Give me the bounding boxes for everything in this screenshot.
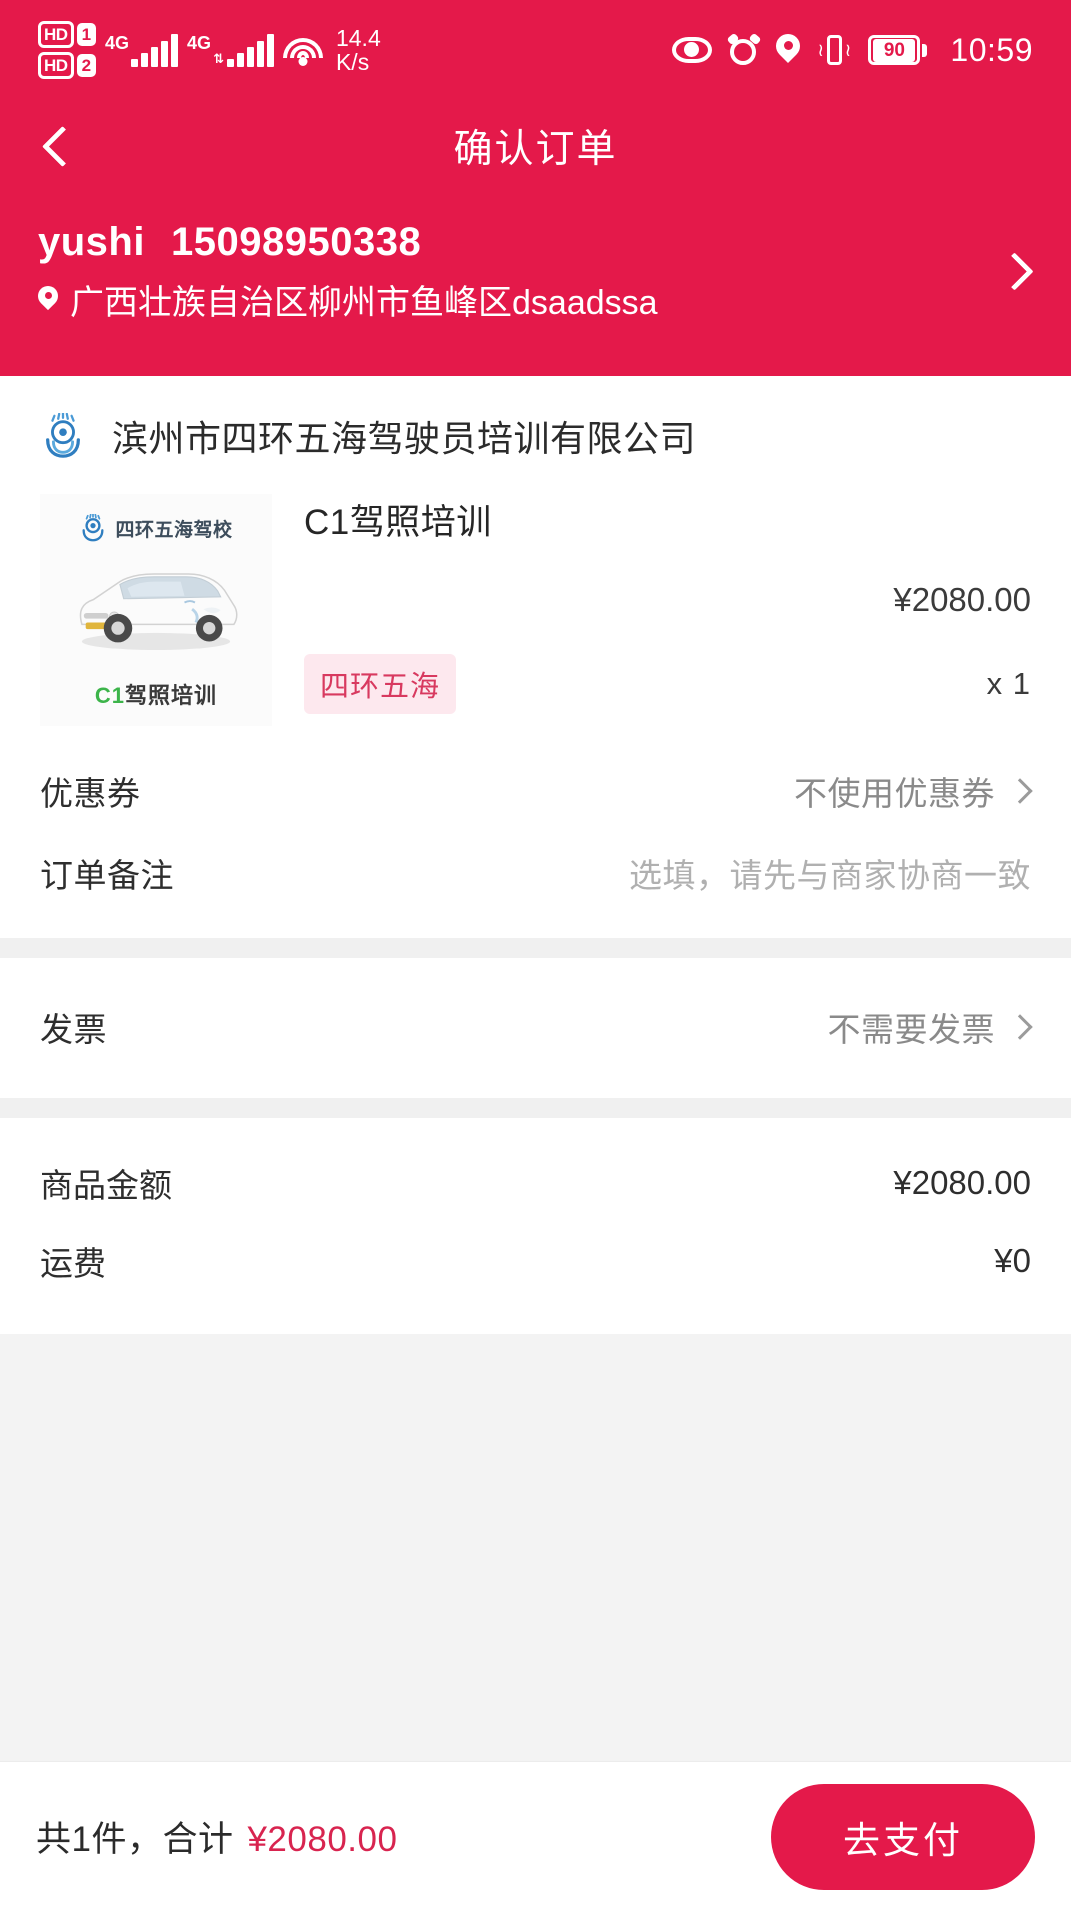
order-remark-input[interactable]: 选填，请先与商家协商一致	[629, 849, 1031, 897]
product-title: C1驾照培训	[304, 503, 492, 542]
vibrate-icon: ≀ ≀	[817, 34, 851, 66]
invoice-row[interactable]: 发票 不需要发票	[0, 986, 1071, 1068]
eye-icon	[672, 37, 713, 63]
invoice-card: 发票 不需要发票	[0, 958, 1071, 1098]
signal-indicator-2: 4G ⇅	[187, 33, 274, 67]
recipient-phone: 15098950338	[170, 220, 422, 264]
coupon-value: 不使用优惠券	[794, 775, 995, 812]
shipping-fee-value: ¥0	[994, 1242, 1031, 1279]
order-summary: 共1件，合计 ¥2080.00	[36, 1811, 397, 1862]
navigation-bar: 确认订单	[0, 100, 1071, 192]
order-item-card: 滨州市四环五海驾驶员培训有限公司 四环五海驾校 C1驾照培训 C1驾照培训 ¥2…	[0, 376, 1071, 938]
thumbnail-brand: 四环五海驾校	[79, 513, 233, 542]
section-divider	[0, 1098, 1071, 1118]
thumbnail-caption-code: C1	[94, 683, 126, 708]
sim1-hd-indicator: HD 1	[38, 21, 97, 48]
shipping-address-content: yushi 15098950338 广西壮族自治区柳州市鱼峰区dsaadssa	[38, 220, 977, 324]
amount-row: 商品金额 ¥2080.00	[0, 1144, 1071, 1222]
checkout-bar: 共1件，合计 ¥2080.00 去支付	[0, 1761, 1071, 1911]
status-bar-clock: 10:59	[950, 31, 1033, 68]
product-price: ¥2080.00	[893, 580, 1031, 618]
chevron-right-icon	[1009, 780, 1031, 802]
coupon-row[interactable]: 优惠券 不使用优惠券	[0, 750, 1071, 832]
invoice-value: 不需要发票	[827, 1011, 995, 1048]
address-detail-text: 广西壮族自治区柳州市鱼峰区dsaadssa	[70, 284, 658, 322]
battery-percent: 90	[873, 38, 916, 62]
network-speed-unit: K/s	[335, 49, 370, 75]
status-bar-right: ≀ ≀ 90 10:59	[672, 32, 1033, 69]
sim2-hd-indicator: HD 2	[38, 52, 97, 79]
merchant-row[interactable]: 滨州市四环五海驾驶员培训有限公司	[0, 376, 1071, 484]
recipient-line: yushi 15098950338	[38, 220, 977, 265]
signal-indicator-1: 4G	[105, 33, 179, 67]
hd-label-2: HD	[38, 52, 74, 79]
thumbnail-caption: C1驾照培训	[40, 678, 272, 710]
order-remark-value-wrap: 选填，请先与商家协商一致	[629, 849, 1031, 897]
thumbnail-caption-text: 驾照培训	[125, 683, 218, 708]
order-confirm-screen: HD 1 HD 2 4G 4G ⇅ 14.4 K/s ≀ ≀ 90 10:59 …	[0, 0, 1071, 1911]
signal-bars-icon-1	[131, 33, 179, 67]
goods-amount-value: ¥2080.00	[893, 1164, 1031, 1201]
goods-amount-label: 商品金额	[40, 1167, 172, 1204]
chevron-right-icon	[1009, 1016, 1031, 1038]
shipping-fee-label: 运费	[40, 1245, 106, 1282]
order-summary-prefix: 共1件，合计	[36, 1820, 234, 1859]
product-spec-row: 四环五海 x 1	[304, 654, 1031, 714]
product-row[interactable]: 四环五海驾校 C1驾照培训 C1驾照培训 ¥2080.00 四环五海 x 1	[0, 484, 1071, 732]
go-to-pay-button[interactable]: 去支付	[771, 1783, 1035, 1890]
driving-school-logo-icon	[79, 513, 107, 542]
product-quantity: x 1	[986, 666, 1031, 701]
battery-icon: 90	[868, 35, 928, 65]
coupon-value-wrap: 不使用优惠券	[794, 767, 1031, 815]
main-content: 滨州市四环五海驾驶员培训有限公司 四环五海驾校 C1驾照培训 C1驾照培训 ¥2…	[0, 376, 1071, 1761]
data-transfer-icon: ⇅	[213, 51, 224, 66]
header-red-panel: HD 1 HD 2 4G 4G ⇅ 14.4 K/s ≀ ≀ 90 10:59 …	[0, 0, 1071, 376]
network-speed-value: 14.4	[335, 25, 381, 51]
product-spec-tag: 四环五海	[304, 654, 457, 714]
location-pin-icon	[776, 34, 800, 66]
chevron-left-icon[interactable]	[34, 123, 80, 169]
sim-number-1: 1	[76, 23, 97, 46]
alarm-icon	[727, 32, 762, 65]
amount-summary-card: 商品金额 ¥2080.00 运费 ¥0	[0, 1118, 1071, 1334]
dual-sim-hd-indicator: HD 1 HD 2	[38, 21, 97, 79]
merchant-name: 滨州市四环五海驾驶员培训有限公司	[112, 418, 697, 459]
wifi-icon	[282, 34, 323, 66]
content-filler	[0, 1334, 1071, 1602]
amount-row: 运费 ¥0	[0, 1222, 1071, 1300]
driving-school-logo-icon	[40, 411, 86, 459]
status-bar-left: HD 1 HD 2 4G 4G ⇅ 14.4 K/s	[38, 21, 381, 79]
network-speed: 14.4 K/s	[336, 26, 381, 74]
page-title: 确认订单	[453, 128, 618, 171]
recipient-name: yushi	[38, 220, 145, 264]
product-info: C1驾照培训 ¥2080.00 四环五海 x 1	[304, 494, 1031, 726]
invoice-value-wrap: 不需要发票	[828, 1003, 1032, 1051]
coupon-and-remark-block: 优惠券 不使用优惠券 订单备注 选填，请先与商家协商一致	[0, 732, 1071, 938]
sim-number-2: 2	[76, 54, 97, 77]
product-price-row: ¥2080.00	[304, 545, 1031, 654]
order-remark-label: 订单备注	[40, 857, 174, 894]
chevron-right-icon[interactable]	[993, 252, 1033, 292]
status-bar: HD 1 HD 2 4G 4G ⇅ 14.4 K/s ≀ ≀ 90 10:59	[0, 0, 1071, 100]
coupon-label: 优惠券	[40, 775, 141, 812]
address-detail-line: 广西壮族自治区柳州市鱼峰区dsaadssa	[38, 275, 977, 324]
car-photo	[61, 550, 251, 660]
signal-bars-icon-2	[226, 33, 274, 67]
order-remark-row[interactable]: 订单备注 选填，请先与商家协商一致	[0, 832, 1071, 914]
location-pin-icon	[38, 286, 58, 313]
product-title-row: C1驾照培训	[304, 494, 1031, 545]
network-type-2: 4G	[187, 33, 212, 53]
shipping-address-row[interactable]: yushi 15098950338 广西壮族自治区柳州市鱼峰区dsaadssa	[0, 192, 1071, 368]
invoice-label: 发票	[40, 1011, 107, 1048]
hd-label-1: HD	[38, 21, 74, 48]
thumbnail-brand-text: 四环五海驾校	[115, 519, 233, 541]
network-type-1: 4G	[105, 33, 130, 53]
order-total-amount: ¥2080.00	[247, 1820, 398, 1859]
section-divider	[0, 938, 1071, 958]
product-thumbnail: 四环五海驾校 C1驾照培训	[40, 494, 272, 726]
